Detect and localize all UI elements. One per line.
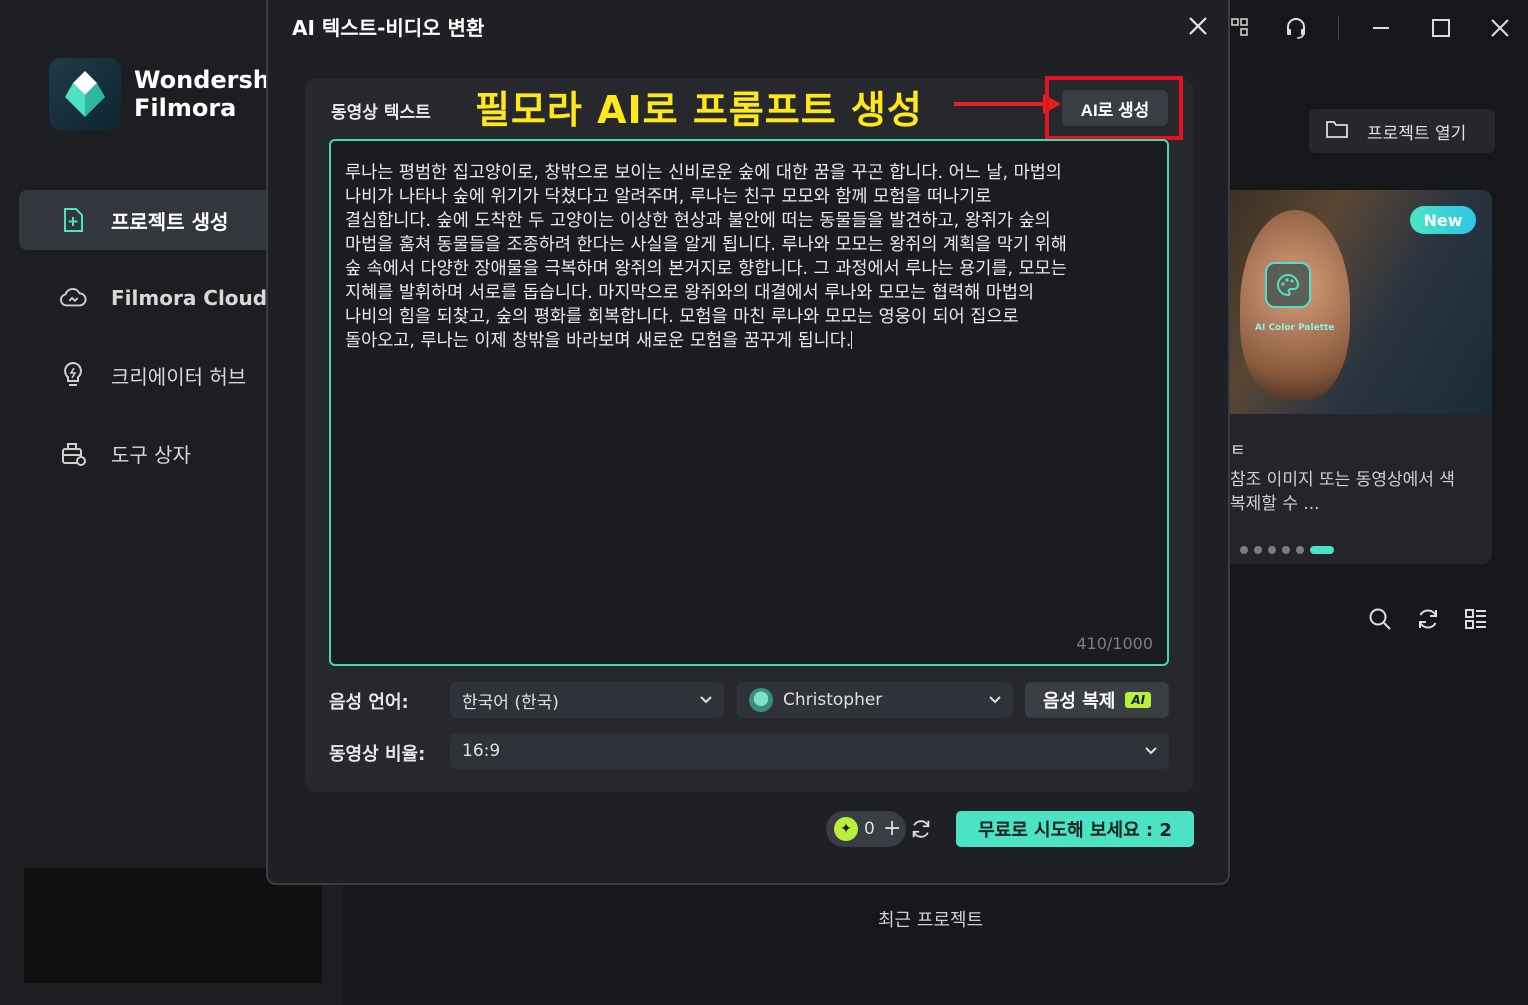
close-window-icon[interactable] [1482, 10, 1518, 46]
promo-image: AI Color Palette New [1230, 190, 1492, 414]
project-thumbnail[interactable] [24, 868, 322, 983]
voice-name: Christopher [783, 690, 883, 710]
sidebar-item-label: Filmora Cloud [111, 286, 268, 310]
headset-icon[interactable] [1278, 10, 1314, 46]
credits-pill[interactable]: ✦ 0 + [826, 811, 906, 847]
open-project-button[interactable]: 프로젝트 열기 [1309, 109, 1495, 153]
voice-language-select[interactable]: 한국어 (한국) [450, 682, 724, 718]
list-view-icon[interactable] [1463, 606, 1489, 632]
palette-icon [1265, 262, 1311, 308]
voice-language-label: 음성 언어: [329, 692, 409, 713]
sidebar-item-label: 프로젝트 생성 [111, 209, 229, 234]
aspect-ratio-value: 16:9 [462, 741, 501, 761]
sidebar-item-filmora-cloud[interactable]: Filmora Cloud [19, 268, 268, 328]
voice-language-value: 한국어 (한국) [462, 692, 559, 713]
chevron-down-icon [987, 691, 1003, 712]
promo-lens-label: AI Color Palette [1255, 323, 1335, 333]
video-text-label: 동영상 텍스트 [331, 103, 431, 123]
promo-card[interactable]: AI Color Palette New ㅌ 참조 이미지 또는 동영상에서 색… [1230, 190, 1492, 564]
new-badge: New [1410, 206, 1476, 234]
folder-icon [1325, 119, 1349, 144]
voice-clone-button[interactable]: 음성 복제 AI [1025, 682, 1169, 718]
sidebar-item-label: 크리에이터 허브 [111, 364, 247, 389]
carousel-dot-active[interactable] [1310, 546, 1334, 554]
annotation-text: 필모라 AI로 프롬프트 생성 [475, 88, 923, 132]
carousel-dot[interactable] [1240, 546, 1248, 554]
add-credits-icon[interactable]: + [883, 818, 901, 840]
dialog-title: AI 텍스트-비디오 변환 [292, 16, 485, 40]
plus-square-icon [59, 206, 87, 234]
minimize-icon[interactable] [1363, 10, 1399, 46]
carousel-dot[interactable] [1296, 546, 1304, 554]
text-cursor [851, 331, 853, 349]
refresh-credits-icon[interactable] [910, 818, 932, 840]
chevron-down-icon [1143, 742, 1159, 763]
carousel-dots [1240, 546, 1334, 554]
filmora-logo [49, 58, 121, 130]
ai-badge: AI [1125, 692, 1152, 708]
try-free-button[interactable]: 무료로 시도해 보세요 : 2 [956, 811, 1194, 847]
voice-select[interactable]: Christopher [737, 682, 1013, 718]
cloud-icon [59, 284, 87, 312]
ai-generate-button[interactable]: AI로 생성 [1062, 90, 1168, 126]
maximize-icon[interactable] [1423, 10, 1459, 46]
recent-projects-label: 최근 프로젝트 [878, 910, 984, 931]
promo-description: 참조 이미지 또는 동영상에서 색 복제할 수 ... [1230, 470, 1455, 514]
voice-clone-label: 음성 복제 [1042, 691, 1116, 712]
avatar [749, 688, 773, 712]
promo-title: ㅌ [1230, 441, 1246, 461]
carousel-dot[interactable] [1282, 546, 1290, 554]
sidebar-item-label: 도구 상자 [111, 442, 191, 467]
brand-name: Wondershare Filmora [134, 66, 268, 122]
ai-text-to-video-dialog: AI 텍스트-비디오 변환 동영상 텍스트 필모라 AI로 프롬프트 생성 AI… [266, 0, 1230, 885]
sidebar-item-create-project[interactable]: 프로젝트 생성 [19, 190, 268, 250]
char-count: 410/1000 [1076, 634, 1153, 653]
title-divider [1338, 16, 1339, 40]
video-text-content: 루나는 평범한 집고양이로, 창밖으로 보이는 신비로운 숲에 대한 꿈을 꾸곤… [345, 163, 1067, 351]
sidebar: Wondershare Filmora 프로젝트 생성 Filmora Clou… [0, 0, 268, 1005]
lightbulb-icon [59, 361, 87, 389]
refresh-icon[interactable] [1415, 606, 1441, 632]
sidebar-item-creator-hub[interactable]: 크리에이터 허브 [19, 345, 268, 405]
open-project-label: 프로젝트 열기 [1367, 123, 1467, 144]
video-text-area[interactable]: 루나는 평범한 집고양이로, 창밖으로 보이는 신비로운 숲에 대한 꿈을 꾸곤… [329, 139, 1169, 666]
chevron-down-icon [698, 691, 714, 712]
credits-count: 0 [864, 819, 875, 839]
sidebar-item-toolbox[interactable]: 도구 상자 [19, 423, 268, 483]
toolbox-icon [59, 439, 87, 467]
aspect-ratio-select[interactable]: 16:9 [450, 733, 1169, 769]
annotation-arrow [954, 102, 1049, 106]
carousel-dot[interactable] [1254, 546, 1262, 554]
search-icon[interactable] [1367, 606, 1393, 632]
carousel-dot[interactable] [1268, 546, 1276, 554]
credit-icon: ✦ [834, 817, 858, 841]
text-panel: 동영상 텍스트 필모라 AI로 프롬프트 생성 AI로 생성 루나는 평범한 집… [305, 76, 1193, 792]
close-icon[interactable] [1182, 10, 1214, 42]
aspect-ratio-label: 동영상 비율: [329, 744, 426, 765]
